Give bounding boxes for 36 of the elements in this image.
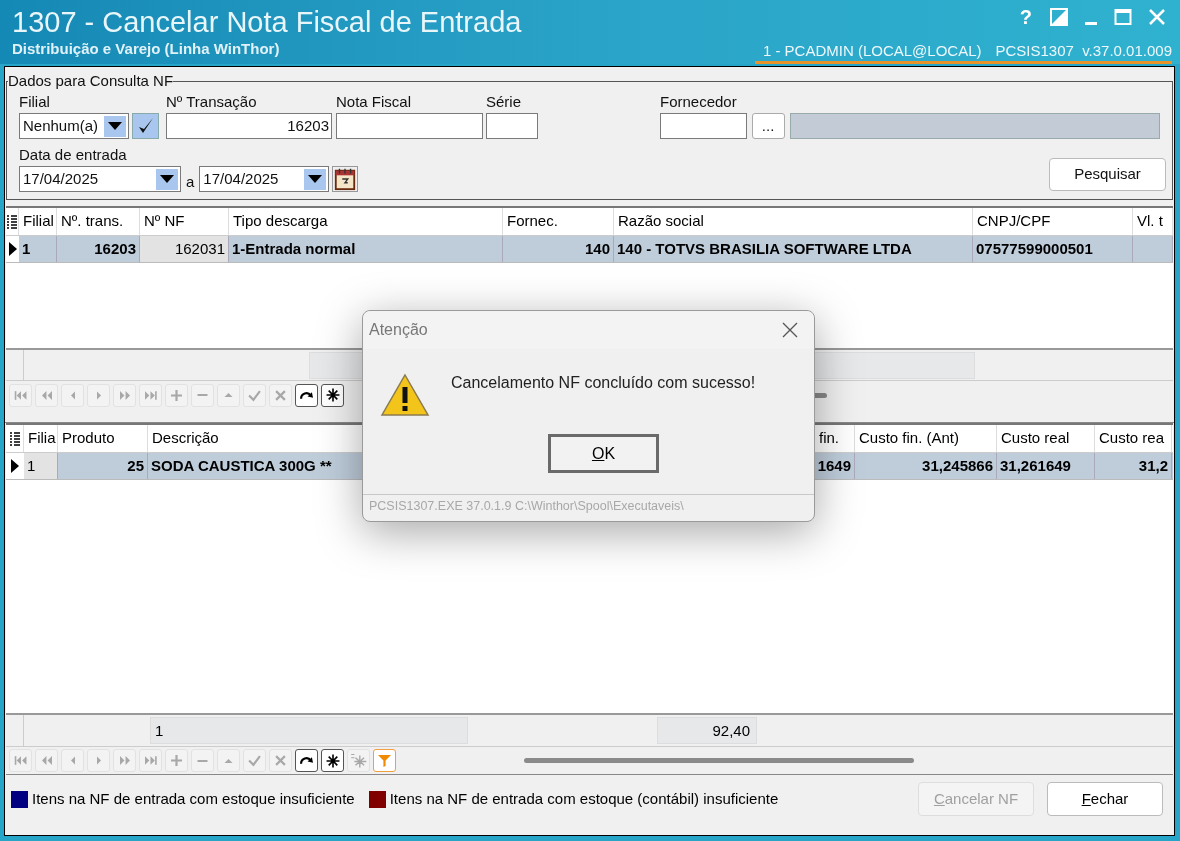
table-cell-text: 31,245866 [921,455,994,476]
table-cell-text: 1-Entrada normal [231,238,357,259]
dialog-footer-text: PCSIS1307.EXE 37.0.1.9 C:\Winthor\Spool\Executaveis\ [363,494,814,516]
legend-label: Itens na NF de entrada com estoque (contábil) insuficiente [389,788,779,809]
field-label: Nota Fiscal [336,93,412,111]
table-cell-text: 162031 [173,238,226,259]
table-cell-text: 1649 [816,455,852,476]
table-cell-text: 1 [26,455,37,476]
date-separator: a [186,171,195,192]
table-cell-text: 140 [583,238,611,259]
table-cell-text: 31,261649 [999,455,1072,476]
table-cell-text: 25 [126,455,145,476]
field-label: Série [486,93,522,111]
field-label: Fornecedor [660,93,737,111]
table-cell-text: SODA CAUSTICA 300G ** [150,455,333,476]
table-cell-text: 07577599000501 [975,238,1094,259]
field-label: Filial [19,93,50,111]
date-value: 17/04/2025 [23,168,99,189]
version-info: PCSIS1307 v.37.0.01.009 [995,42,1172,60]
user-info: 1 - PCADMIN (LOCAL@LOCAL) [762,42,982,60]
table-cell-text: 16203 [93,238,137,259]
date-value: 17/04/2025 [203,168,279,189]
window-subtitle: Distribuição e Varejo (Linha WinThor) [12,40,280,58]
group-title: Dados para Consulta NF [8,73,174,89]
dropdown-value: Nenhum(a) [23,115,99,136]
dialog-message: Cancelamento NF concluído com sucesso! [451,373,756,393]
legend-label: Itens na NF de entrada com estoque insuficiente [32,788,355,809]
table-cell-text: 1 [21,238,32,259]
table-cell-text: 31,2 [1137,455,1169,476]
table-cell-text: 140 - TOTVS BRASILIA SOFTWARE LTDA [616,238,913,259]
window-title: 1307 - Cancelar Nota Fiscal de Entrada [12,5,522,40]
total-field: 92,40 [657,717,757,744]
total-field: 1 [150,717,468,744]
field-label: Data de entrada [19,146,127,164]
dialog-title: Atenção [369,320,428,340]
field-label: Nº Transação [166,93,257,111]
